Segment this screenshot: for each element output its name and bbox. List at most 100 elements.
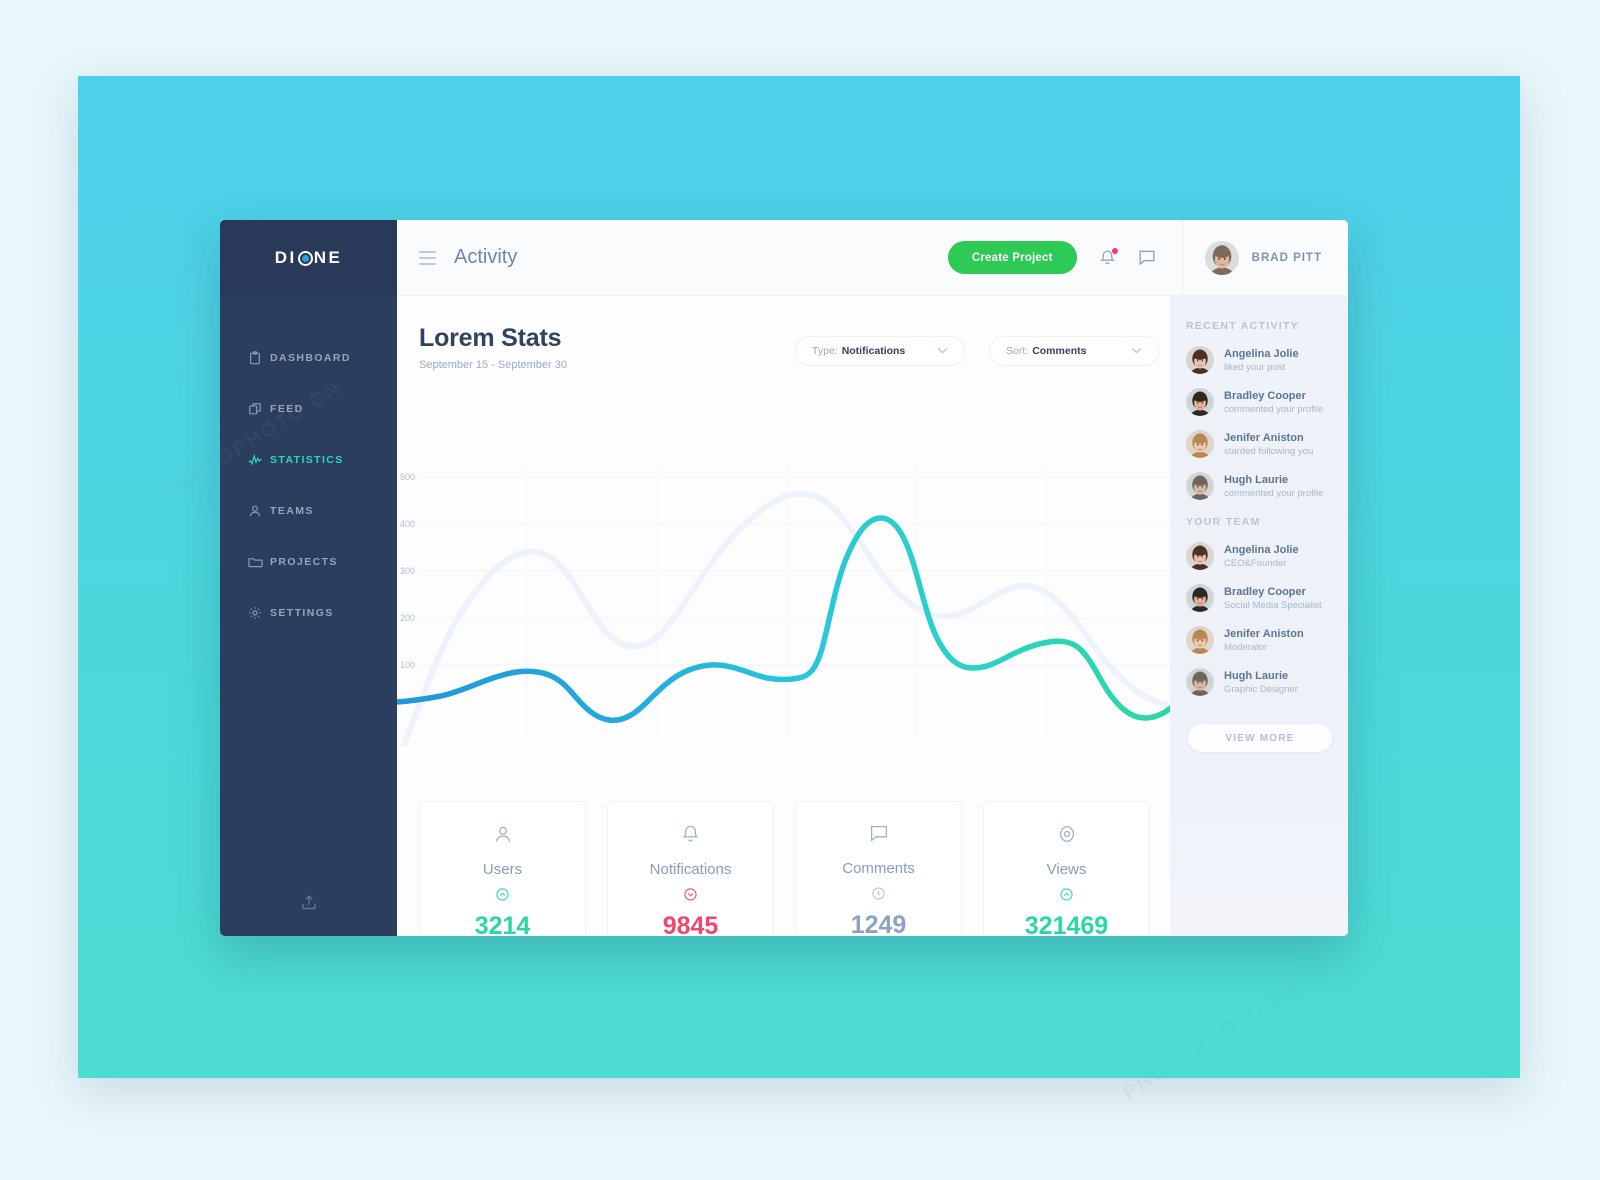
stat-card-value: 9845 [662,912,719,936]
y-tick-500: 500 [400,472,415,482]
y-tick-400: 400 [400,519,415,529]
your-team-section: YOUR TEAM Angelina Jolie CEO&Founder Bra… [1186,516,1348,752]
messages-chat-button[interactable] [1138,249,1156,266]
person-role: CEO&Founder [1224,557,1287,569]
sidebar-item-label: TEAMS [270,504,314,517]
avatar [1186,430,1214,458]
y-tick-100: 100 [400,660,415,670]
dashboard-window: DI NE DASHBOARD FEED STATISTICS TEAMS PR… [220,220,1348,936]
stat-card-views[interactable]: Views 321469 [983,801,1150,936]
person-meta: commented your profile [1224,487,1324,499]
filter-bar: Type: Notifications Sort: Comments [795,336,1159,366]
sort-filter-dropdown[interactable]: Sort: Comments [989,336,1159,366]
person-name: Bradley Cooper [1224,585,1306,598]
avatar [1186,542,1214,570]
copy-icon [248,402,270,416]
avatar [1186,626,1214,654]
sidebar-item-label: DASHBOARD [270,351,351,364]
view-more-button[interactable]: VIEW MORE [1188,724,1332,752]
chat-bubble-icon [869,824,889,848]
person-name: Angelina Jolie [1224,543,1299,556]
type-filter-dropdown[interactable]: Type: Notifications [795,336,965,366]
brand-logo-part1: DI [274,248,297,267]
notifications-bell-button[interactable] [1099,247,1118,267]
list-item[interactable]: Hugh Laurie Graphic Designer [1186,668,1348,696]
brand-logo[interactable]: DI NE [275,248,343,268]
stats-title: Lorem Stats [419,324,562,352]
upload-share-icon[interactable] [300,893,318,916]
person-name: Bradley Cooper [1224,389,1306,402]
avatar [1186,472,1214,500]
person-role: Social Media Specialist [1224,599,1322,611]
sort-filter-label: Sort: [1006,345,1029,357]
list-item[interactable]: Bradley Cooper Social Media Specialist [1186,584,1348,612]
brand-logo-o-icon [297,250,313,266]
recent-activity-heading: RECENT ACTIVITY [1186,320,1300,332]
person-name: Jenifer Aniston [1224,431,1304,444]
stat-card-label: Views [1046,861,1087,878]
page-title: Activity [454,246,518,268]
list-item[interactable]: Jenifer Aniston Moderator [1186,626,1348,654]
y-tick-300: 300 [400,566,415,576]
stat-card-value: 3214 [474,912,531,936]
chevron-up-circle-icon [496,888,509,906]
create-project-button[interactable]: Create Project [947,241,1077,274]
avatar [1186,668,1214,696]
list-item[interactable]: Bradley Cooper commented your profile [1186,388,1348,416]
sidebar-nav: DASHBOARD FEED STATISTICS TEAMS PROJECTS… [220,332,397,638]
top-bar: Activity Create Project BRAD PITT [397,220,1348,296]
sidebar-item-dashboard[interactable]: DASHBOARD [220,332,397,383]
stat-card-value: 321469 [1024,912,1109,936]
stat-card-label: Users [482,861,523,878]
notification-badge-dot [1111,247,1118,254]
gear-icon [248,606,270,620]
main-column: Activity Create Project BRAD PITT Lorem … [397,220,1348,936]
eye-icon [1057,824,1077,849]
stat-card-label: Comments [842,860,915,877]
list-item[interactable]: Angelina Jolie CEO&Founder [1186,542,1348,570]
user-icon [493,824,513,849]
stat-card-comments[interactable]: Comments 1249 [795,801,962,936]
sidebar-item-label: FEED [270,402,304,415]
stat-card-value: 1249 [850,911,907,936]
chart-vertical-gridlines [526,466,1178,736]
person-meta: liked your post [1224,361,1286,373]
sort-filter-value: Comments [1032,345,1087,357]
right-side-panel: RECENT ACTIVITY Angelina Jolie liked you… [1170,296,1348,936]
sidebar-item-teams[interactable]: TEAMS [220,485,397,536]
pulse-chart-icon [248,453,270,467]
recent-activity-list: Angelina Jolie liked your post Bradley C… [1186,346,1348,500]
user-icon [248,504,270,518]
list-item[interactable]: Angelina Jolie liked your post [1186,346,1348,374]
sidebar-item-projects[interactable]: PROJECTS [220,536,397,587]
avatar [1186,584,1214,612]
person-name: Angelina Jolie [1224,347,1299,360]
stat-cards: Users 3214 Notifications 9845 Comments 1… [419,801,1150,936]
sidebar-item-settings[interactable]: SETTINGS [220,587,397,638]
sidebar: DI NE DASHBOARD FEED STATISTICS TEAMS PR… [220,220,397,936]
user-name-label: BRAD PITT [1251,251,1322,264]
list-item[interactable]: Hugh Laurie commented your profile [1186,472,1348,500]
screenshot-root: DI NE DASHBOARD FEED STATISTICS TEAMS PR… [0,0,1600,1180]
y-tick-200: 200 [400,613,415,623]
brand-logo-part2: NE [313,248,343,267]
hamburger-icon[interactable] [419,250,436,265]
person-name: Hugh Laurie [1224,669,1289,682]
clipboard-icon [248,350,270,365]
chevron-down-icon [937,345,948,357]
your-team-heading: YOUR TEAM [1186,516,1261,528]
stat-card-users[interactable]: Users 3214 [419,801,586,936]
stat-card-label: Notifications [649,861,732,878]
avatar [1186,388,1214,416]
avatar [1186,346,1214,374]
user-menu[interactable]: BRAD PITT [1181,220,1348,295]
person-meta: commented your profile [1224,403,1324,415]
sidebar-item-feed[interactable]: FEED [220,383,397,434]
chart-y-axis-labels: 500 400 300 200 100 [400,472,415,670]
person-meta: starded following you [1224,445,1314,457]
content-area: Lorem Stats September 15 - September 30 … [397,296,1348,936]
sidebar-item-statistics[interactable]: STATISTICS [220,434,397,485]
stat-card-notifications[interactable]: Notifications 9845 [607,801,774,936]
list-item[interactable]: Jenifer Aniston starded following you [1186,430,1348,458]
person-role: Moderator [1224,641,1268,653]
